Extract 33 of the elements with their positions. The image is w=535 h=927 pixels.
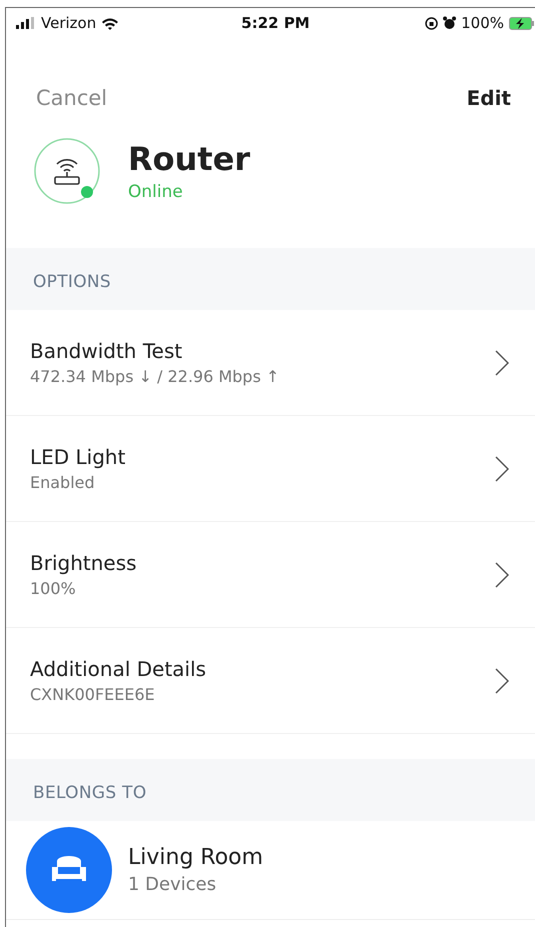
chevron-right-icon	[495, 562, 509, 588]
option-value: Enabled	[30, 473, 96, 492]
wifi-icon	[101, 16, 120, 30]
device-status: Online	[128, 182, 184, 202]
option-row[interactable]: LED Light Enabled	[6, 416, 535, 522]
option-row[interactable]: Additional Details CXNK00FEEE6E	[6, 628, 535, 734]
option-title: Bandwidth Test	[30, 339, 184, 363]
section-heading: OPTIONS	[33, 272, 112, 292]
device-name: Router	[128, 140, 250, 178]
option-title: LED Light	[30, 445, 126, 469]
option-value: 100%	[30, 579, 77, 598]
alarm-clock-icon	[443, 16, 456, 30]
battery-percent: 100%	[461, 14, 504, 32]
carrier-name: Verizon	[41, 14, 96, 32]
router-icon	[32, 136, 102, 206]
battery-charging-icon	[509, 16, 535, 30]
clock-time: 5:22 PM	[241, 14, 310, 32]
room-name[interactable]: Living Room	[128, 845, 264, 870]
option-row[interactable]: Brightness 100%	[6, 522, 535, 628]
chevron-right-icon	[495, 668, 509, 694]
edit-button[interactable]: Edit	[466, 86, 511, 110]
option-row[interactable]: Bandwidth Test 472.34 Mbps ↓ / 22.96 Mbps ↑	[6, 310, 535, 416]
chevron-right-icon	[495, 350, 509, 376]
option-value: CXNK00FEEE6E	[30, 685, 156, 704]
signal-icon	[16, 17, 36, 29]
chevron-right-icon	[495, 456, 509, 482]
section-heading: BELONGS TO	[33, 783, 146, 803]
option-title: Additional Details	[30, 657, 208, 681]
option-value: 472.34 Mbps ↓ / 22.96 Mbps ↑	[30, 367, 280, 386]
option-title: Brightness	[30, 551, 138, 575]
rotation-lock-icon	[425, 16, 438, 30]
armchair-icon	[26, 827, 112, 913]
device-count: 1 Devices	[128, 874, 218, 895]
